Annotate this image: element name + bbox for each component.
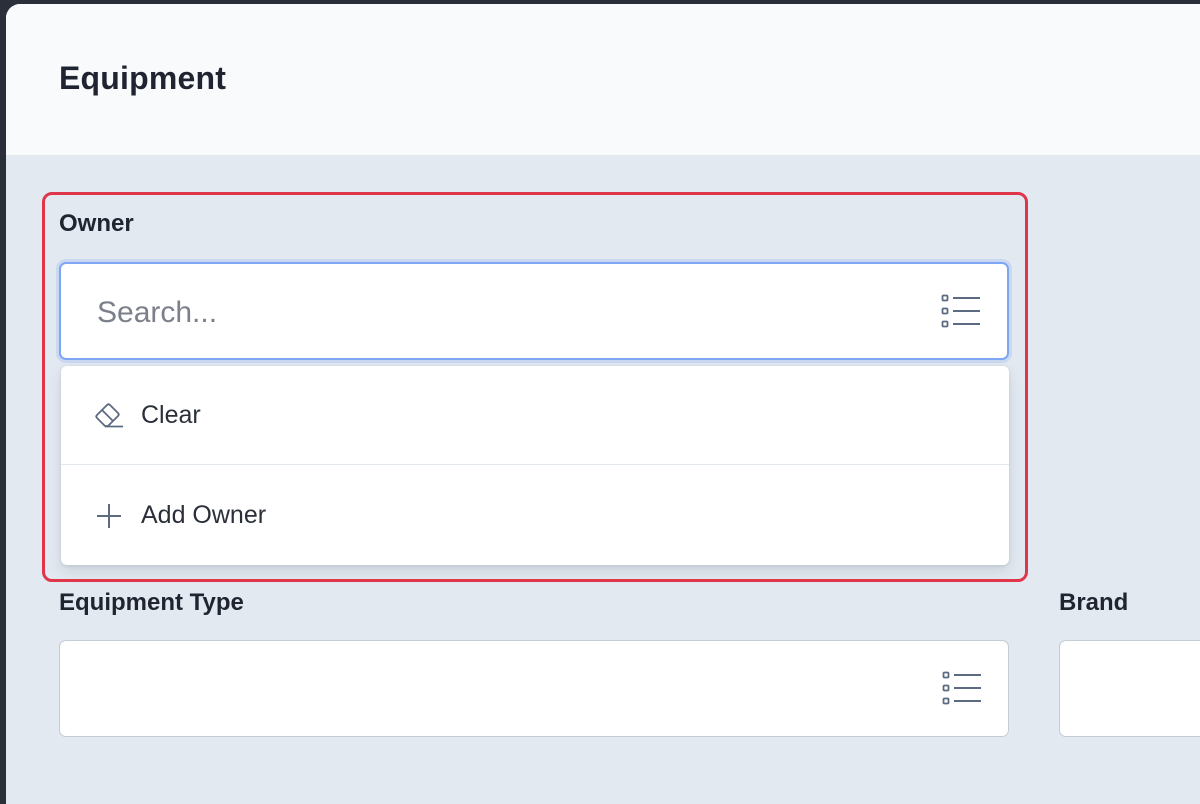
brand-field[interactable] <box>1059 640 1200 737</box>
owner-search-input[interactable] <box>95 292 879 334</box>
list-icon[interactable] <box>941 294 981 328</box>
equipment-type-label: Equipment Type <box>59 589 244 616</box>
owner-search-field[interactable] <box>59 262 1009 360</box>
owner-label: Owner <box>59 210 134 237</box>
brand-label: Brand <box>1059 589 1129 616</box>
list-icon[interactable] <box>942 671 982 705</box>
add-owner-menu-item[interactable]: Add Owner <box>61 466 1009 565</box>
page-header: Equipment <box>6 4 1200 156</box>
clear-label: Clear <box>141 400 201 429</box>
owner-dropdown-menu: Clear Add Owner <box>61 366 1009 565</box>
equipment-type-field[interactable] <box>59 640 1009 737</box>
clear-menu-item[interactable]: Clear <box>61 366 1009 465</box>
plus-icon <box>93 500 125 532</box>
equipment-window: Equipment Owner Clear <box>6 4 1200 804</box>
eraser-icon <box>93 399 125 431</box>
page-title: Equipment <box>59 60 227 96</box>
add-owner-label: Add Owner <box>141 501 267 529</box>
